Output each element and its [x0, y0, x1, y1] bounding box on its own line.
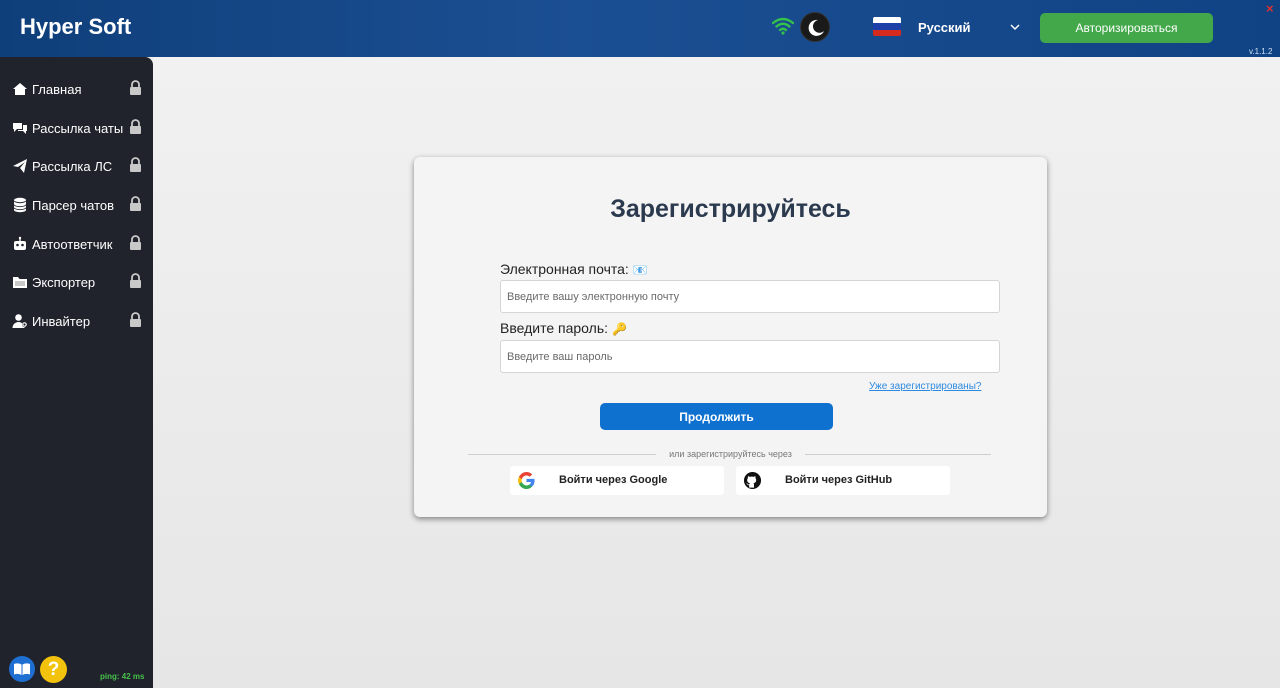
lock-icon	[130, 80, 141, 95]
github-login-button[interactable]: Войти через GitHub	[736, 466, 950, 495]
github-button-label: Войти через GitHub	[785, 474, 893, 486]
sidebar: Главная Рассылка чаты Рассылка ЛС Парсер…	[0, 57, 153, 688]
home-icon	[13, 83, 27, 95]
book-icon[interactable]	[9, 656, 35, 682]
version-label: v.1.1.2	[1249, 47, 1273, 56]
lock-icon	[130, 157, 141, 172]
sidebar-item-label: Экспортер	[32, 275, 96, 290]
sidebar-item-label: Парсер чатов	[32, 198, 115, 213]
sidebar-item-label: Рассылка чаты	[32, 121, 124, 136]
database-icon	[13, 197, 27, 213]
page-title: Зарегистрируйтесь	[610, 195, 851, 223]
key-icon: 🔑	[612, 322, 627, 336]
password-label-text: Введите пароль:	[500, 320, 609, 336]
sidebar-item-inviter[interactable]: Инвайтер	[0, 305, 153, 337]
robot-icon	[14, 236, 26, 250]
open-book-icon	[14, 663, 30, 675]
paper-plane-icon	[13, 159, 27, 173]
wifi-icon	[772, 17, 794, 35]
authorize-button[interactable]: Авторизироваться	[1040, 13, 1213, 43]
sidebar-item-home[interactable]: Главная	[0, 73, 153, 105]
register-card: Зарегистрируйтесь Электронная почта: 📧 Вв…	[414, 157, 1047, 517]
app-title: Hyper Soft	[20, 14, 132, 39]
lock-icon	[130, 312, 141, 327]
chevron-down-icon[interactable]	[1009, 22, 1021, 32]
lock-icon	[130, 235, 141, 250]
lock-icon	[130, 119, 141, 134]
envelope-icon: 📧	[632, 263, 648, 277]
language-select[interactable]: Русский	[918, 20, 971, 35]
lock-icon	[130, 273, 141, 288]
russia-flag-icon[interactable]	[873, 17, 901, 36]
password-label: Введите пароль: 🔑	[500, 320, 627, 336]
divider-text: или зарегистрируйтесь через	[669, 449, 792, 459]
github-icon	[743, 471, 762, 490]
folder-icon	[13, 277, 27, 288]
moon-icon	[808, 19, 824, 36]
user-cog-icon	[12, 314, 28, 328]
lock-icon	[130, 196, 141, 211]
theme-toggle-button[interactable]	[800, 12, 830, 42]
sidebar-item-label: Инвайтер	[32, 314, 91, 329]
sidebar-item-chat-mailing[interactable]: Рассылка чаты	[0, 112, 153, 144]
already-registered-link[interactable]: Уже зарегистрированы?	[869, 381, 981, 392]
google-login-button[interactable]: Войти через Google	[510, 466, 724, 495]
email-label-text: Электронная почта:	[500, 261, 629, 277]
sidebar-item-label: Автоответчик	[32, 237, 113, 252]
sidebar-item-label: Рассылка ЛС	[32, 159, 113, 174]
sidebar-item-autoresponder[interactable]: Автоответчик	[0, 228, 153, 260]
password-field[interactable]	[500, 340, 1000, 373]
sidebar-item-exporter[interactable]: Экспортер	[0, 266, 153, 298]
continue-button[interactable]: Продолжить	[600, 403, 833, 430]
sidebar-item-label: Главная	[32, 82, 82, 97]
title-bar: Hyper Soft Русский Авторизироваться × v.…	[0, 0, 1280, 57]
ping-indicator: ping: 42 ms	[100, 672, 145, 681]
sidebar-item-dm-mailing[interactable]: Рассылка ЛС	[0, 150, 153, 182]
close-icon[interactable]: ×	[1266, 1, 1274, 16]
google-icon	[518, 471, 535, 490]
email-field[interactable]	[500, 280, 1000, 313]
google-button-label: Войти через Google	[559, 474, 668, 486]
help-icon[interactable]: ?	[40, 656, 67, 683]
sidebar-item-chat-parser[interactable]: Парсер чатов	[0, 189, 153, 221]
chat-icon	[13, 123, 27, 134]
email-label: Электронная почта: 📧	[500, 261, 648, 277]
